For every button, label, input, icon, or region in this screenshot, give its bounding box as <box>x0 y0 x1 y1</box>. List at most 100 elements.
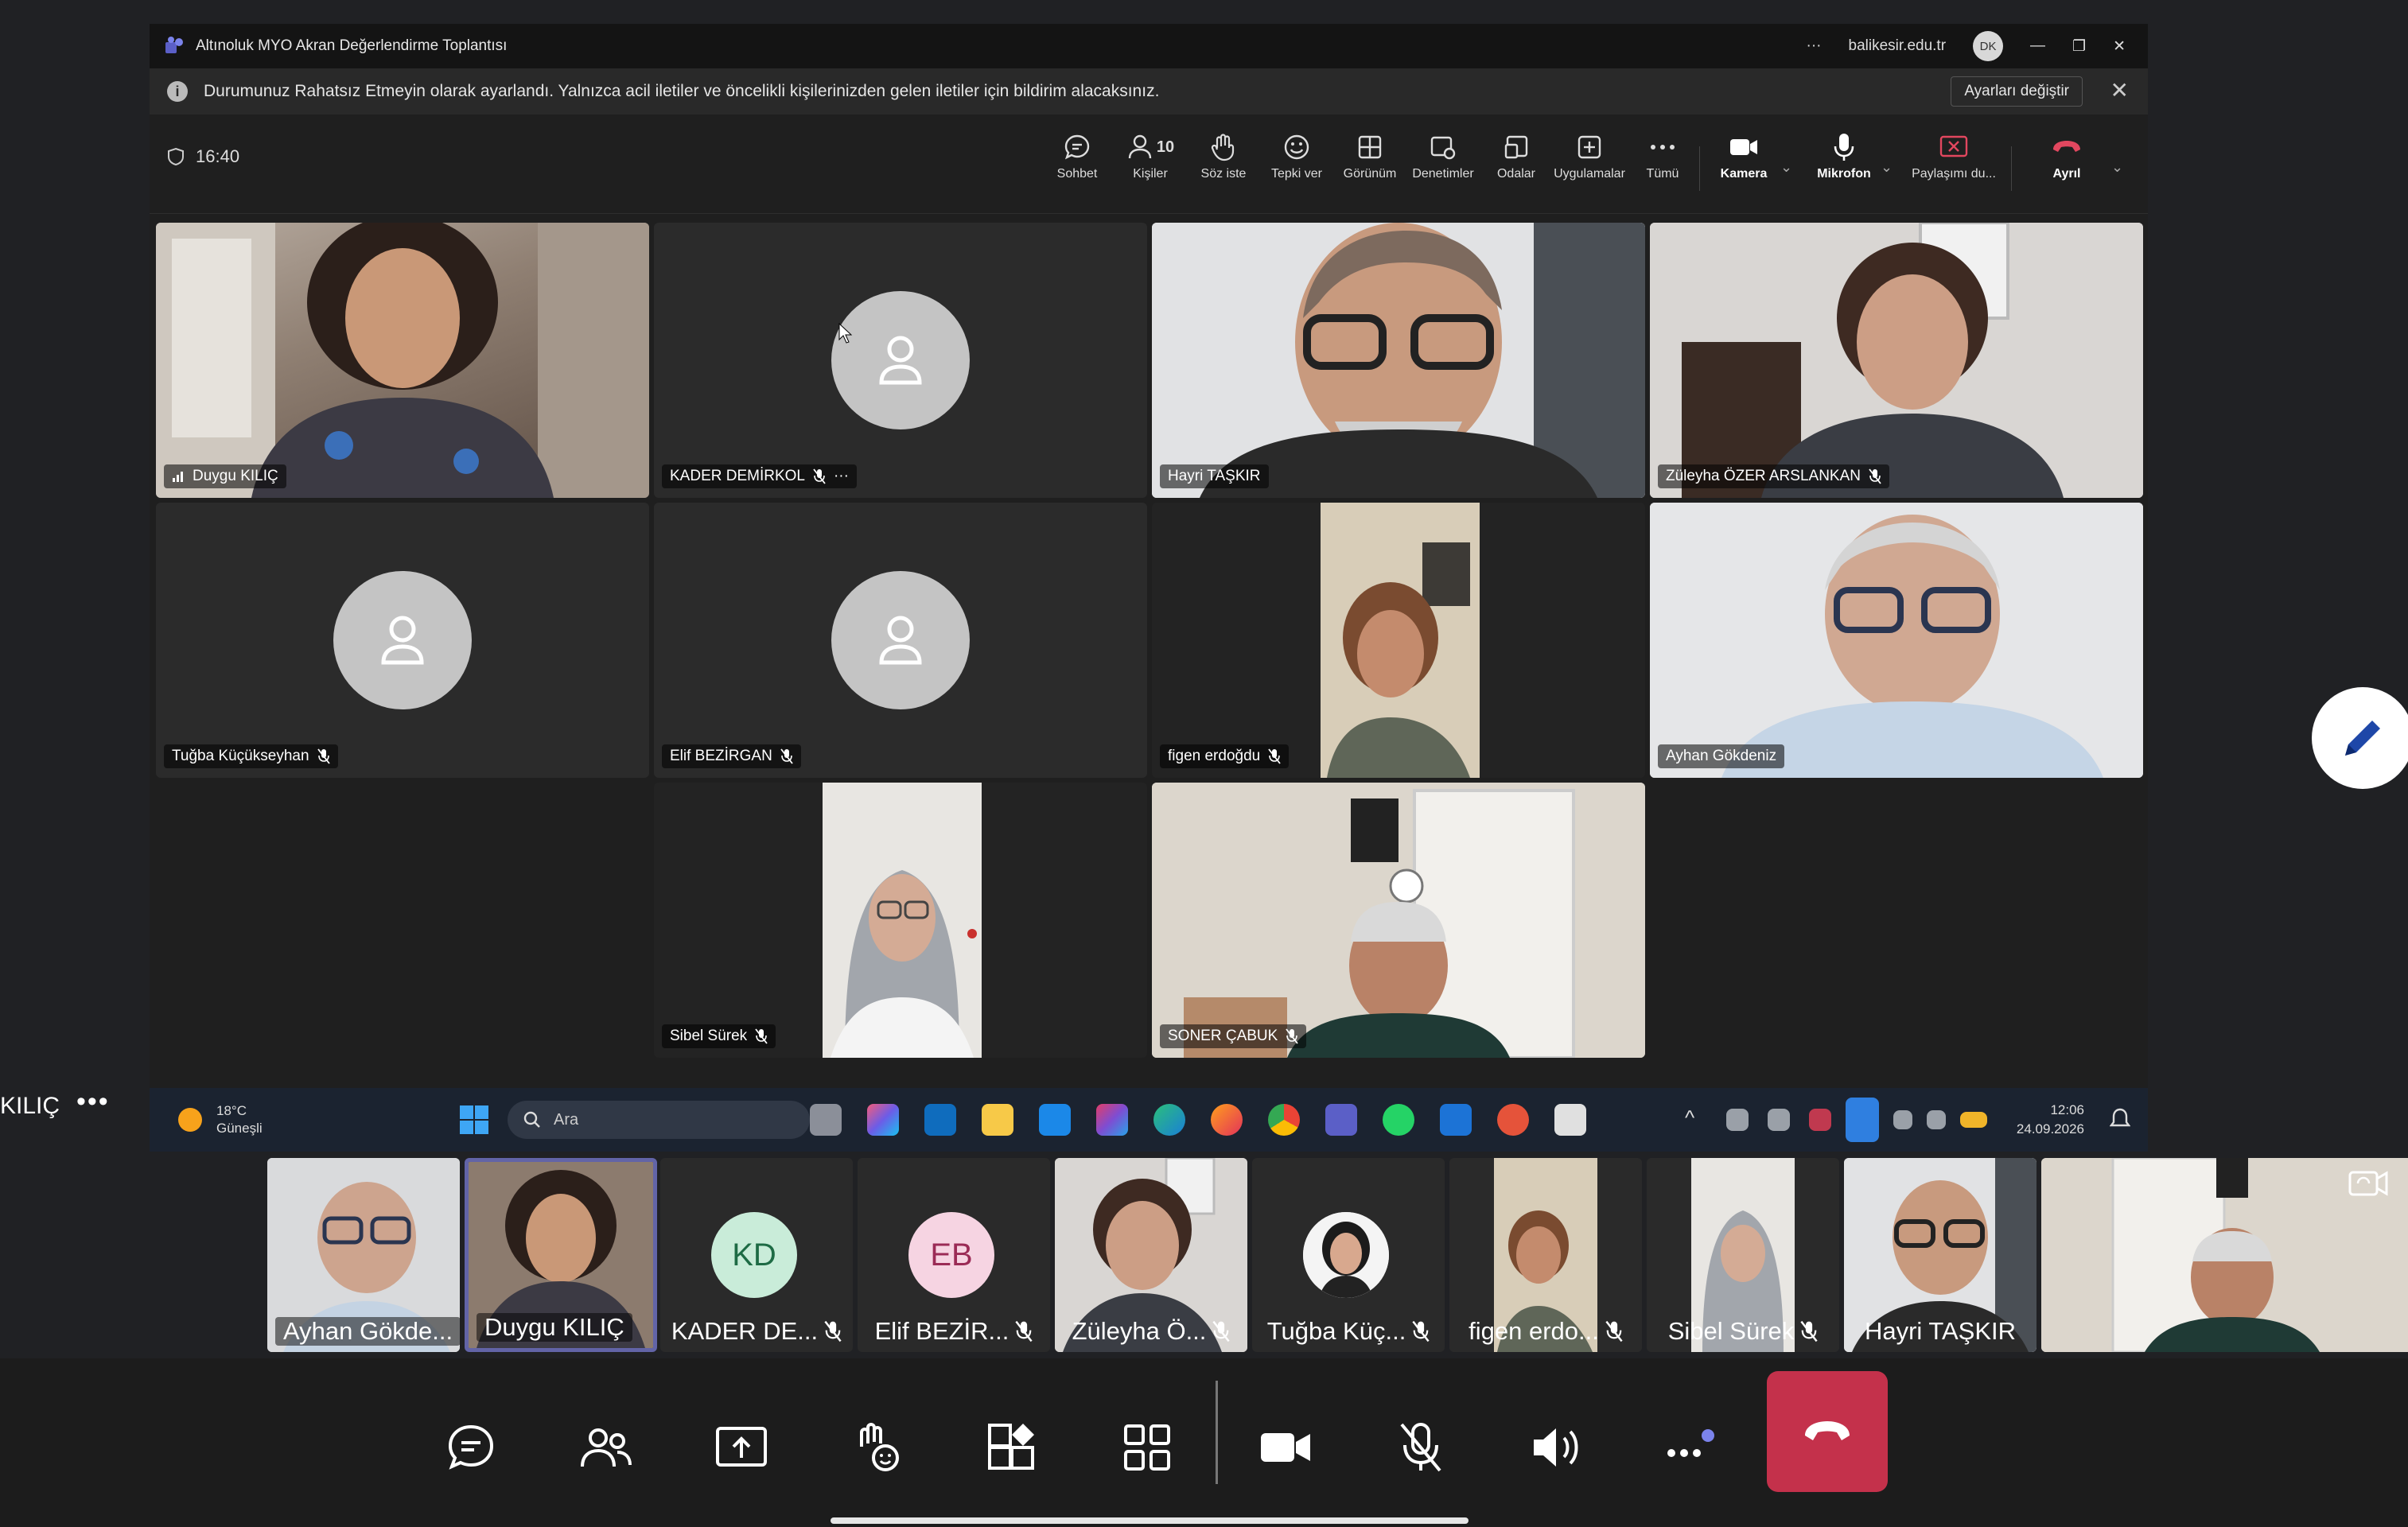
more-icon <box>1651 145 1675 150</box>
video-tile[interactable]: Sibel Sürek <box>654 783 1147 1058</box>
video-tile[interactable]: KADER DEMİRKOL ··· <box>654 223 1147 498</box>
strip-label: Ayhan Gökde... <box>275 1317 460 1346</box>
tray-icon[interactable] <box>1768 1109 1790 1131</box>
clock-time: 12:06 <box>2050 1102 2084 1117</box>
toolbar-chat[interactable]: Sohbet <box>1037 127 1117 181</box>
chrome-icon[interactable] <box>1268 1104 1300 1136</box>
toolbar-view[interactable]: Görünüm <box>1330 127 1410 181</box>
task-view-icon[interactable] <box>810 1104 842 1136</box>
share-screen-button[interactable] <box>702 1408 781 1487</box>
file-explorer-icon[interactable] <box>982 1104 1013 1136</box>
strip-tile[interactable]: Sibel Sürek <box>1647 1158 1839 1352</box>
mute-button[interactable] <box>1381 1408 1461 1487</box>
participant-name: Hayri TAŞKIR <box>1168 468 1261 484</box>
strip-tile[interactable]: Züleyha Ö... <box>1055 1158 1247 1352</box>
close-window-button[interactable]: ✕ <box>2113 37 2126 56</box>
people-count: 10 <box>1156 138 1175 156</box>
teams-icon[interactable] <box>1325 1104 1357 1136</box>
person-icon <box>879 616 922 665</box>
firefox-icon[interactable] <box>1211 1104 1243 1136</box>
leave-options-chevron-icon[interactable]: ⌄ <box>2111 159 2123 176</box>
banner-close-button[interactable]: ✕ <box>2110 78 2129 103</box>
home-indicator[interactable] <box>831 1517 1469 1524</box>
camera-button[interactable] <box>1246 1408 1325 1487</box>
toolbar-rooms[interactable]: Odalar <box>1476 127 1556 181</box>
maximize-button[interactable]: ❐ <box>2072 37 2086 56</box>
people-button[interactable] <box>566 1408 646 1487</box>
video-tile[interactable]: Züleyha ÖZER ARSLANKAN <box>1650 223 2143 498</box>
strip-tile[interactable]: KD KADER DE... <box>660 1158 853 1352</box>
toolbar-react[interactable]: Tepki ver <box>1257 127 1336 181</box>
notification-bell-icon[interactable] <box>2110 1107 2130 1131</box>
switch-camera-icon[interactable] <box>2347 1166 2390 1201</box>
annotate-pen-button[interactable] <box>2312 687 2408 789</box>
toolbar-leave[interactable]: Ayrıl <box>2027 127 2107 181</box>
copilot-icon[interactable] <box>867 1104 899 1136</box>
info-icon: i <box>167 81 188 102</box>
app-icon[interactable] <box>1440 1104 1472 1136</box>
whatsapp-icon[interactable] <box>1383 1104 1414 1136</box>
toolbar-raise-hand[interactable]: Söz iste <box>1184 127 1263 181</box>
video-tile[interactable]: Elif BEZİRGAN <box>654 503 1147 778</box>
toolbar-camera[interactable]: Kamera <box>1704 127 1784 181</box>
tray-icon[interactable] <box>1726 1109 1749 1131</box>
strip-tile-active[interactable]: Duygu KILIÇ <box>465 1158 657 1352</box>
outlook-icon[interactable] <box>924 1104 956 1136</box>
camera-options-chevron-icon[interactable]: ⌄ <box>1780 159 1792 176</box>
participant-more-button[interactable]: ··· <box>834 468 849 485</box>
strip-tile[interactable]: Ayhan Gökde... <box>267 1158 460 1352</box>
toolbar-more[interactable]: Tümü <box>1623 127 1702 181</box>
video-tile[interactable]: Hayri TAŞKIR <box>1152 223 1645 498</box>
wifi-icon[interactable] <box>1893 1110 1912 1129</box>
speaker-button[interactable] <box>1516 1408 1596 1487</box>
mic-options-chevron-icon[interactable]: ⌄ <box>1881 159 1893 176</box>
video-tile[interactable]: figen erdoğdu <box>1152 503 1645 778</box>
presenter-more-button[interactable]: ••• <box>76 1086 110 1117</box>
office-icon[interactable] <box>1096 1104 1128 1136</box>
toolbar-people[interactable]: 10 Kişiler <box>1111 127 1190 181</box>
reactions-button[interactable] <box>837 1408 916 1487</box>
strip-tile[interactable]: Tuğba Küç... <box>1252 1158 1445 1352</box>
video-tile[interactable]: Duygu KILIÇ <box>156 223 649 498</box>
snipping-tool-icon[interactable] <box>1554 1104 1586 1136</box>
tray-icon[interactable] <box>1809 1109 1831 1131</box>
strip-tile[interactable]: figen erdo... <box>1449 1158 1642 1352</box>
taskbar-search[interactable]: Ara <box>508 1101 810 1139</box>
microphone-icon <box>1834 134 1854 161</box>
presenter-label: KILIÇ <box>0 1093 60 1119</box>
change-settings-button[interactable]: Ayarları değiştir <box>1951 76 2083 107</box>
tray-mic-icon[interactable] <box>1846 1098 1879 1142</box>
edge-icon[interactable] <box>1153 1104 1185 1136</box>
chat-button[interactable] <box>431 1408 511 1487</box>
strip-tile[interactable]: Hayri TAŞKIR <box>1844 1158 2036 1352</box>
title-more-button[interactable]: ··· <box>1807 37 1822 55</box>
strip-tile[interactable]: EB Elif BEZİR... <box>858 1158 1050 1352</box>
volume-icon[interactable] <box>1927 1110 1946 1129</box>
minimize-button[interactable]: — <box>2030 37 2045 55</box>
mic-off-icon <box>1015 1320 1033 1342</box>
strip-label-text: Tuğba Küç... <box>1266 1317 1406 1345</box>
toolbar-stop-share[interactable]: Paylaşımı du... <box>1908 127 2000 181</box>
weather-widget[interactable]: 18°C Güneşli <box>177 1102 263 1137</box>
strip-label: Duygu KILIÇ <box>477 1313 632 1342</box>
self-view-tile[interactable] <box>2041 1158 2408 1352</box>
toolbar-microphone[interactable]: Mikrofon <box>1804 127 1884 181</box>
video-tile[interactable]: Tuğba Küçükseyhan <box>156 503 649 778</box>
apps-button[interactable] <box>972 1408 1052 1487</box>
toolbar-controls[interactable]: Denetimler <box>1403 127 1483 181</box>
participant-name-tag: Ayhan Gökdeniz <box>1658 744 1785 768</box>
video-tile[interactable]: Ayhan Gökdeniz <box>1650 503 2143 778</box>
app-icon[interactable] <box>1497 1104 1529 1136</box>
windows-start-icon[interactable] <box>458 1104 490 1136</box>
grid-view-button[interactable] <box>1107 1408 1187 1487</box>
taskbar-clock[interactable]: 12:06 24.09.2026 <box>2017 1101 2084 1139</box>
battery-icon[interactable] <box>1960 1112 1987 1128</box>
mic-off-icon <box>1605 1320 1623 1342</box>
user-avatar[interactable]: DK <box>1973 31 2004 61</box>
app-icon[interactable] <box>1039 1104 1071 1136</box>
toolbar-apps[interactable]: Uygulamalar <box>1550 127 1629 181</box>
video-tile[interactable]: SONER ÇABUK <box>1152 783 1645 1058</box>
more-button[interactable] <box>1651 1408 1731 1487</box>
tray-chevron-icon[interactable]: ^ <box>1685 1105 1694 1130</box>
hang-up-button[interactable] <box>1767 1371 1888 1492</box>
